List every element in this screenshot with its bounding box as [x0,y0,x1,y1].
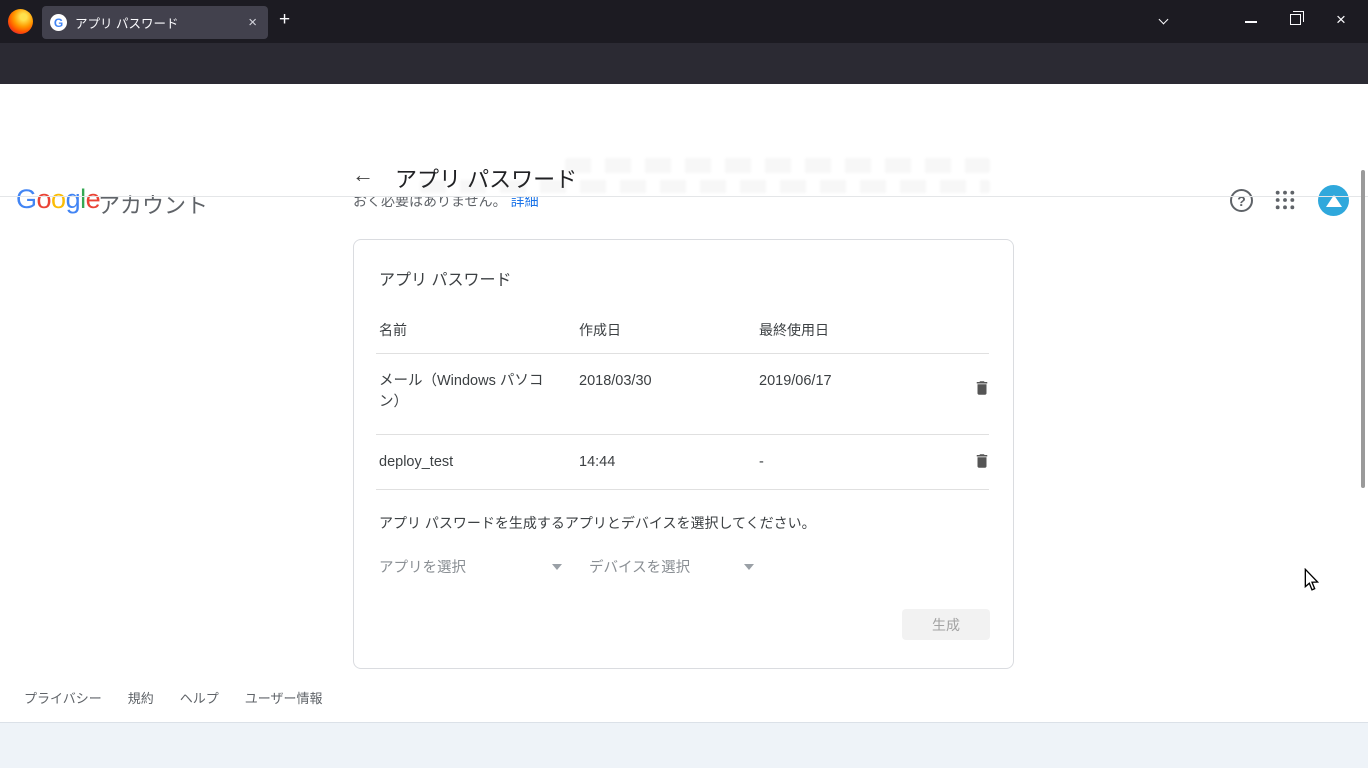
window-close-button[interactable]: × [1336,10,1346,30]
browser-titlebar: G アプリ パスワード × + × [0,0,1368,43]
footer-link-about[interactable]: ユーザー情報 [245,688,323,707]
device-select-caret-icon[interactable] [744,564,754,570]
details-link[interactable]: 詳細 [511,197,539,209]
footer-link-privacy[interactable]: プライバシー [24,688,102,707]
windows-taskbar: 検索 b Fz C 1 A J [0,722,1368,768]
table-row-last-used: - [759,454,764,470]
app-select-dropdown[interactable]: アプリを選択 [379,556,466,577]
page-scrollbar[interactable] [1361,170,1365,488]
help-icon[interactable]: ? [1230,189,1253,212]
column-header-last-used: 最終使用日 [759,320,829,340]
render-artifact [420,180,990,193]
column-header-name: 名前 [379,320,407,340]
column-header-created: 作成日 [579,320,621,340]
google-favicon-icon: G [50,14,67,31]
tab-title: アプリ パスワード [75,13,245,32]
table-row-created: 14:44 [579,454,615,470]
table-row-name: メール（Windows パソコン） [379,371,564,413]
screen: G アプリ パスワード × + × ← → https://myaccount.… [0,0,1368,768]
account-product-label: アカウント [98,188,208,220]
intro-text: おく必要はありません。 [353,197,507,209]
footer-links: プライバシー 規約 ヘルプ ユーザー情報 [24,688,323,707]
table-divider [376,489,989,490]
google-logo[interactable]: Google [16,184,100,215]
window-minimize-button[interactable] [1245,21,1257,23]
generate-button[interactable]: 生成 [902,609,990,640]
footer-link-help[interactable]: ヘルプ [180,688,219,707]
mouse-cursor [1303,568,1321,597]
delete-password-button[interactable] [973,451,991,471]
new-tab-button[interactable]: + [279,9,290,31]
table-row-created: 2018/03/30 [579,373,652,389]
table-divider [376,353,989,354]
firefox-window-icon[interactable] [8,9,33,34]
avatar[interactable] [1318,185,1349,216]
generate-instruction: アプリ パスワードを生成するアプリとデバイスを選択してください。 [379,513,816,533]
device-select-dropdown[interactable]: デバイスを選択 [589,556,690,577]
window-restore-button[interactable] [1290,14,1301,25]
render-artifact [565,158,990,173]
tab-close-icon[interactable]: × [245,14,260,31]
table-row-last-used: 2019/06/17 [759,373,832,389]
footer-link-terms[interactable]: 規約 [128,688,154,707]
list-all-tabs-chevron-icon[interactable] [1159,15,1169,25]
browser-navbar: ← → https://myaccount.google.com/apppass… [0,43,1368,84]
app-select-caret-icon[interactable] [552,564,562,570]
table-divider [376,434,989,435]
card-title: アプリ パスワード [379,266,511,290]
google-account-header: Google アカウント ? [0,84,1368,150]
browser-tab[interactable]: G アプリ パスワード × [42,6,268,39]
app-passwords-card: アプリ パスワード 名前 作成日 最終使用日 メール（Windows パソコン）… [353,239,1014,669]
delete-password-button[interactable] [973,378,991,398]
clipped-intro-text: おく必要はありません。詳細 [353,197,753,212]
google-apps-grid-icon[interactable] [1274,189,1296,216]
page-back-button[interactable]: ← [352,162,374,188]
table-row-name: deploy_test [379,454,453,470]
